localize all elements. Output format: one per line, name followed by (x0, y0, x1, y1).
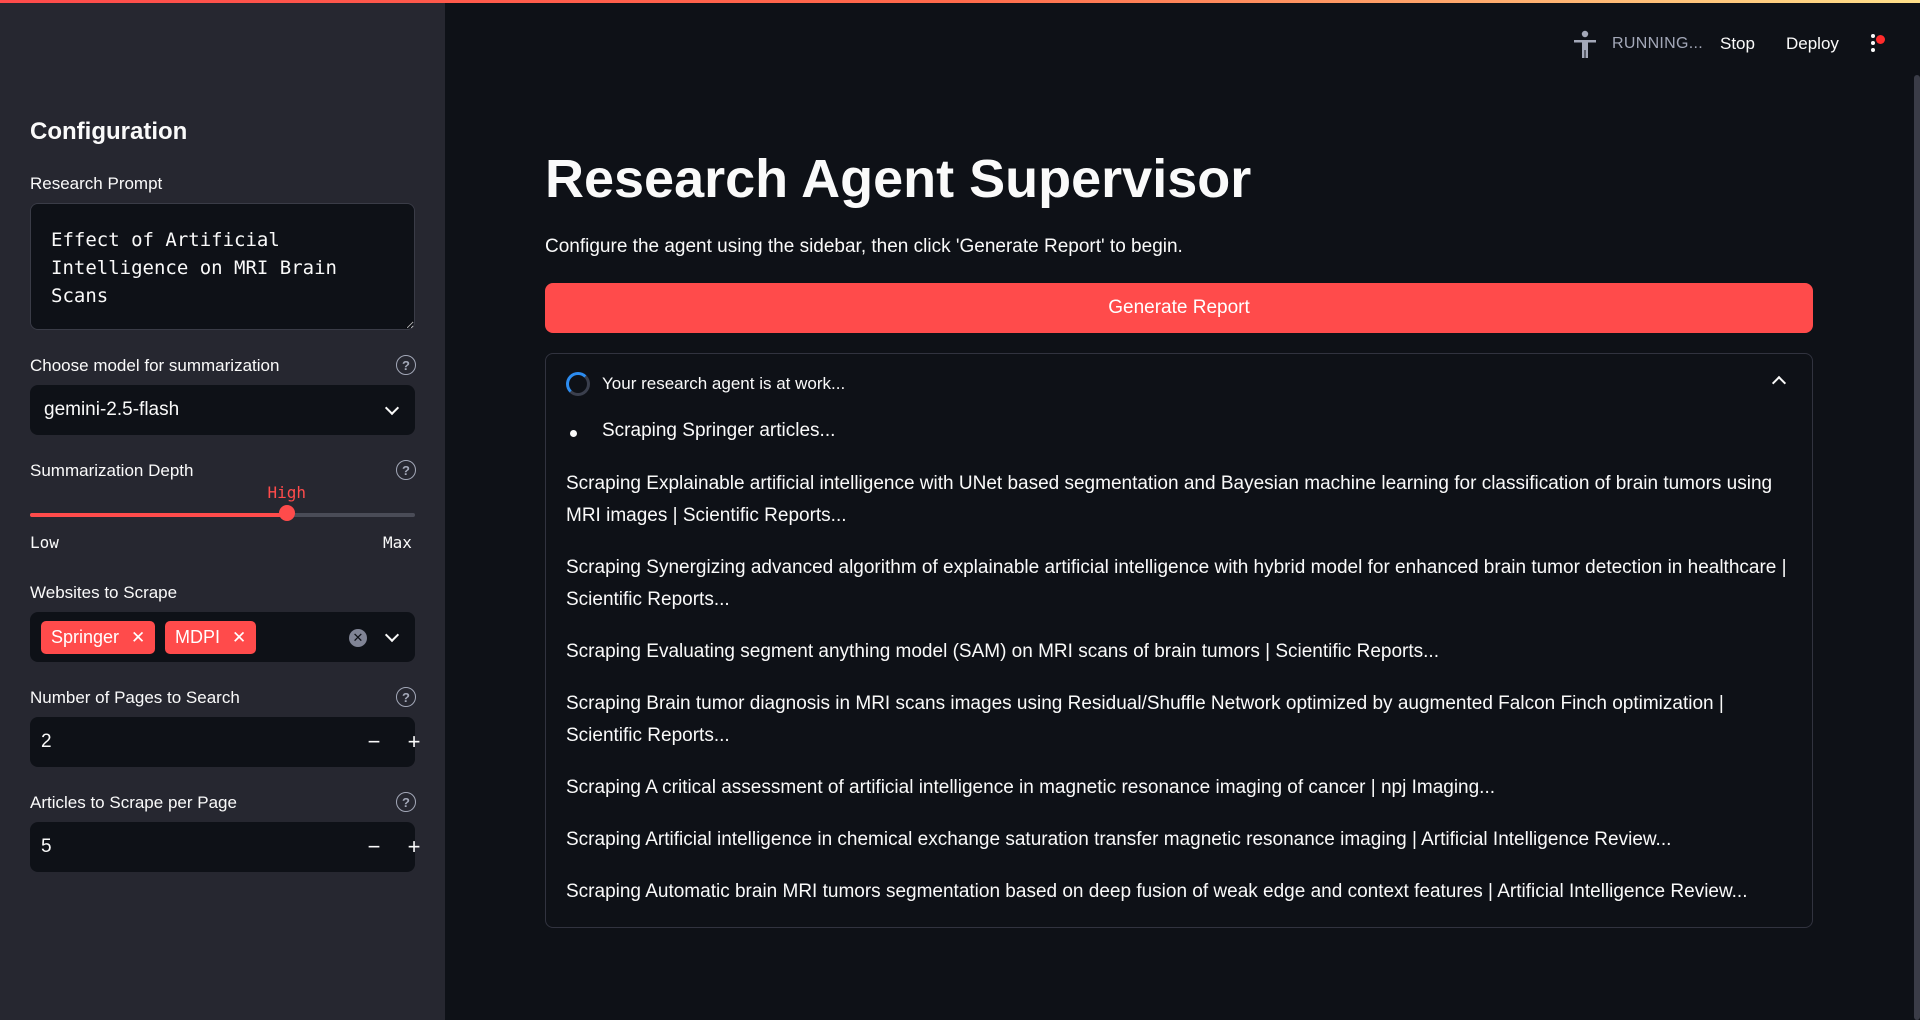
sidebar: Configuration Research Prompt Effect of … (0, 0, 445, 1020)
research-prompt-input[interactable]: Effect of Artificial Intelligence on MRI… (30, 203, 415, 330)
status-bullet: Scraping Springer articles... (602, 420, 836, 441)
decrement-button[interactable]: − (354, 822, 394, 872)
remove-tag-icon[interactable]: ✕ (232, 628, 246, 648)
model-select[interactable]: gemini-2.5-flash (30, 385, 415, 435)
notification-dot (1876, 35, 1885, 44)
tag-label: MDPI (175, 627, 220, 647)
page-title: Research Agent Supervisor (545, 149, 1252, 209)
decrement-button[interactable]: − (354, 717, 394, 767)
chevron-down-icon[interactable] (384, 627, 400, 643)
articles-label: Articles to Scrape per Page (30, 793, 237, 812)
clear-all-icon[interactable]: ✕ (349, 629, 367, 647)
deploy-button[interactable]: Deploy (1786, 34, 1839, 54)
log-line: Scraping Brain tumor diagnosis in MRI sc… (566, 693, 1724, 746)
websites-multiselect[interactable]: Springer ✕ MDPI ✕ ✕ (30, 612, 415, 662)
pages-value: 2 (41, 731, 52, 752)
help-icon[interactable]: ? (396, 687, 416, 707)
running-status: RUNNING... (1612, 35, 1703, 52)
chevron-up-icon[interactable] (1771, 375, 1787, 391)
log-line: Scraping Artificial intelligence in chem… (566, 829, 1672, 850)
intro-text: Configure the agent using the sidebar, t… (545, 236, 1183, 257)
scrollbar[interactable] (1914, 75, 1920, 1020)
depth-slider-label: Summarization Depth (30, 461, 194, 480)
log-line: Scraping Explainable artificial intellig… (566, 473, 1773, 526)
sidebar-title: Configuration (30, 118, 188, 145)
website-tag-springer: Springer ✕ (41, 621, 156, 654)
depth-slider-fill (30, 513, 287, 517)
log-line: Scraping A critical assessment of artifi… (566, 777, 1496, 798)
stop-button[interactable]: Stop (1720, 34, 1755, 54)
depth-slider-max-label: Max (383, 533, 412, 552)
help-icon[interactable]: ? (396, 792, 416, 812)
model-select-label: Choose model for summarization (30, 356, 280, 375)
chevron-down-icon (384, 400, 400, 416)
spinner-icon (566, 372, 590, 396)
depth-slider-min-label: Low (30, 533, 59, 552)
log-line: Scraping Evaluating segment anything mod… (566, 641, 1439, 662)
articles-number-input[interactable]: 5 − + (30, 822, 420, 872)
help-icon[interactable]: ? (396, 355, 416, 375)
tag-label: Springer (51, 627, 120, 647)
status-label[interactable]: Your research agent is at work... (602, 374, 845, 394)
help-icon[interactable]: ? (396, 460, 416, 480)
status-expander: Your research agent is at work... Scrapi… (545, 353, 1813, 928)
top-progress-bar (0, 0, 1920, 3)
depth-slider-handle[interactable] (278, 505, 295, 521)
bullet-icon (570, 430, 577, 437)
model-select-value: gemini-2.5-flash (44, 399, 180, 420)
increment-button[interactable]: + (394, 822, 434, 872)
websites-label: Websites to Scrape (30, 583, 178, 602)
research-prompt-label: Research Prompt (30, 174, 163, 193)
depth-slider-track[interactable] (30, 513, 415, 517)
increment-button[interactable]: + (394, 717, 434, 767)
generate-report-button[interactable]: Generate Report (545, 283, 1813, 333)
log-line: Scraping Automatic brain MRI tumors segm… (566, 881, 1748, 902)
depth-slider-value: High (267, 483, 307, 502)
running-man-icon (1574, 30, 1596, 58)
remove-tag-icon[interactable]: ✕ (131, 628, 145, 648)
pages-number-input[interactable]: 2 − + (30, 717, 420, 767)
website-tag-mdpi: MDPI ✕ (165, 621, 257, 654)
pages-label: Number of Pages to Search (30, 688, 240, 707)
articles-value: 5 (41, 836, 52, 857)
log-line: Scraping Synergizing advanced algorithm … (566, 557, 1787, 610)
